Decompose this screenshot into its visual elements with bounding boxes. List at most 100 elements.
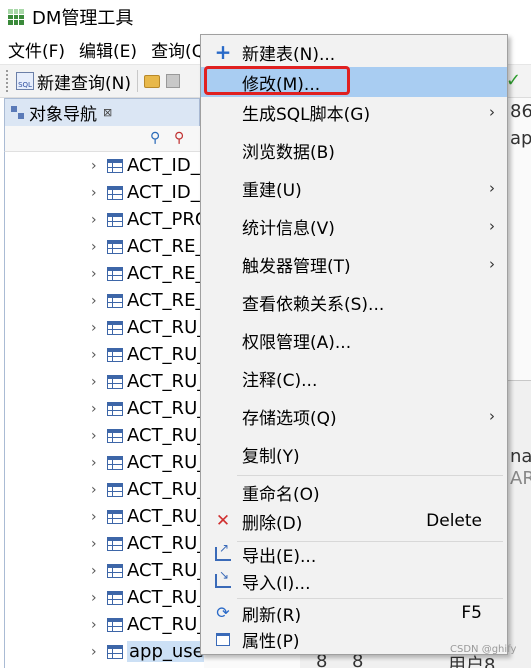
menu-item-label: 属性(P) [242, 631, 300, 652]
tree-item[interactable]: › ACT_RU_ [5, 530, 204, 557]
tree-item-label: ACT_PRO [127, 209, 204, 230]
menu-item-browse-data[interactable]: 浏览数据(B) [201, 135, 507, 165]
tree-item[interactable]: › ACT_RU_ [5, 476, 204, 503]
menu-item-label: 新建表(N)... [242, 44, 336, 65]
tree-item[interactable]: › ACT_PRO [5, 206, 204, 233]
expander-icon[interactable]: › [91, 536, 97, 552]
tree-item[interactable]: › ACT_RU_ [5, 341, 204, 368]
app-icon [8, 9, 24, 25]
expander-icon[interactable]: › [91, 293, 97, 309]
new-query-button[interactable]: SQL 新建查询(N) [16, 69, 131, 94]
menu-separator [237, 475, 503, 476]
tree-item[interactable]: › ACT_RU_ [5, 611, 204, 638]
expander-icon[interactable]: › [91, 590, 97, 606]
menu-item-delete[interactable]: ✕ 删除(D) Delete [201, 506, 507, 536]
tree-item[interactable]: › ACT_RU_ [5, 584, 204, 611]
menu-item-rename[interactable]: 重命名(O) [201, 477, 507, 507]
menu-item-generate-sql[interactable]: 生成SQL脚本(G) › [201, 97, 507, 127]
tree-item-label: ACT_RE_ [127, 290, 204, 311]
expander-icon[interactable]: › [91, 455, 97, 471]
menu-item-label: 触发器管理(T) [242, 256, 351, 277]
menu-item-storage-options[interactable]: 存储选项(Q) › [201, 401, 507, 431]
menu-item-comment[interactable]: 注释(C)... [201, 363, 507, 393]
table-icon [107, 293, 123, 308]
toolbar-separator [136, 70, 138, 92]
menu-item-export[interactable]: 导出(E)... [201, 539, 507, 569]
menu-item-import[interactable]: 导入(I)... [201, 566, 507, 596]
tree-item-label: ACT_ID_ [127, 155, 200, 176]
tab-close-icon[interactable]: ⊠ [103, 106, 112, 119]
tree-item[interactable]: › ACT_RE_ [5, 260, 204, 287]
open-folder-icon[interactable] [143, 74, 160, 88]
menu-item-privileges[interactable]: 权限管理(A)... [201, 325, 507, 355]
connect-icon[interactable]: ⚲ [150, 130, 160, 146]
tree-item-label: ACT_RU_ [127, 425, 204, 446]
expander-icon[interactable]: › [91, 185, 97, 201]
tree-item[interactable]: › ACT_RE_ [5, 233, 204, 260]
chevron-right-icon: › [489, 217, 495, 235]
expander-icon[interactable]: › [91, 482, 97, 498]
tree-item[interactable]: › ACT_RU_ [5, 557, 204, 584]
expander-icon[interactable]: › [91, 158, 97, 174]
expander-icon[interactable]: › [91, 374, 97, 390]
chevron-right-icon: › [489, 407, 495, 425]
expander-icon[interactable]: › [91, 347, 97, 363]
context-menu: + 新建表(N)... 修改(M)... 生成SQL脚本(G) › 浏览数据(B… [200, 34, 508, 655]
tree-item-selected[interactable]: › app_use [5, 638, 204, 665]
tree-item[interactable]: › ACT_RU_ [5, 449, 204, 476]
menu-item-statistics[interactable]: 统计信息(V) › [201, 211, 507, 241]
expander-icon[interactable]: › [91, 239, 97, 255]
tree-item-label: ACT_RE_ [127, 236, 204, 257]
refresh-shortcut: F5 [461, 603, 482, 623]
menu-item-label: 重命名(O) [242, 484, 320, 505]
properties-icon [215, 631, 231, 647]
menu-item-rebuild[interactable]: 重建(U) › [201, 173, 507, 203]
expander-icon[interactable]: › [91, 266, 97, 282]
menu-item-label: 查看依赖关系(S)... [242, 294, 385, 315]
delete-shortcut: Delete [426, 511, 482, 531]
new-query-label: 新建查询(N) [37, 73, 131, 94]
tree-item[interactable]: › ACT_RE_ [5, 287, 204, 314]
check-icon[interactable]: ✓ [506, 70, 521, 91]
tree-item[interactable]: › ACT_ID_ [5, 152, 204, 179]
tree-item[interactable]: › ACT_RU_ [5, 368, 204, 395]
menu-item-dependencies[interactable]: 查看依赖关系(S)... [201, 287, 507, 317]
expander-icon[interactable]: › [91, 428, 97, 444]
bg-text-na: na [510, 446, 531, 467]
tree-item[interactable]: › ACT_RU_ [5, 395, 204, 422]
chevron-right-icon: › [489, 103, 495, 121]
tree-item[interactable]: › ACT_RU_ [5, 503, 204, 530]
table-icon [107, 482, 123, 497]
expander-icon[interactable]: › [91, 320, 97, 336]
expander-icon[interactable]: › [91, 617, 97, 633]
tab-label: 对象导航 [29, 105, 97, 125]
expander-icon[interactable]: › [91, 563, 97, 579]
menu-item-label: 重建(U) [242, 180, 302, 201]
menu-item-label: 浏览数据(B) [242, 142, 335, 163]
expander-icon[interactable]: › [91, 509, 97, 525]
refresh-icon: ⟳ [216, 603, 230, 622]
tree-item[interactable]: › ACT_RU_ [5, 314, 204, 341]
tree-item[interactable]: › ACT_RU_ [5, 422, 204, 449]
tree-item-label: ACT_RU_ [127, 533, 204, 554]
save-icon[interactable] [165, 74, 180, 88]
tree-item-label: ACT_RU_ [127, 452, 204, 473]
expander-icon[interactable]: › [91, 401, 97, 417]
expander-icon[interactable]: › [91, 644, 97, 660]
menu-item-copy[interactable]: 复制(Y) [201, 439, 507, 469]
toolbar-grip[interactable] [6, 70, 10, 92]
bg-text-app: app [510, 128, 531, 149]
disconnect-icon[interactable]: ⚲ [174, 130, 184, 146]
object-tree: › ACT_ID_ › ACT_ID_ › ACT_PRO › ACT_RE_ › ACT… [4, 152, 204, 668]
expander-icon[interactable]: › [91, 212, 97, 228]
tree-item[interactable]: › ACT_ID_ [5, 179, 204, 206]
tree-item-label: ACT_RU_ [127, 344, 204, 365]
table-icon [107, 266, 123, 281]
menu-item-new-table[interactable]: + 新建表(N)... [201, 37, 507, 67]
menu-file[interactable]: 文件(F) [8, 37, 65, 62]
menu-query[interactable]: 查询(Q [151, 37, 205, 62]
table-icon [107, 455, 123, 470]
menu-item-trigger-manager[interactable]: 触发器管理(T) › [201, 249, 507, 279]
menu-edit[interactable]: 编辑(E) [79, 37, 137, 62]
tab-object-navigator[interactable]: 对象导航 ⊠ [4, 98, 200, 126]
